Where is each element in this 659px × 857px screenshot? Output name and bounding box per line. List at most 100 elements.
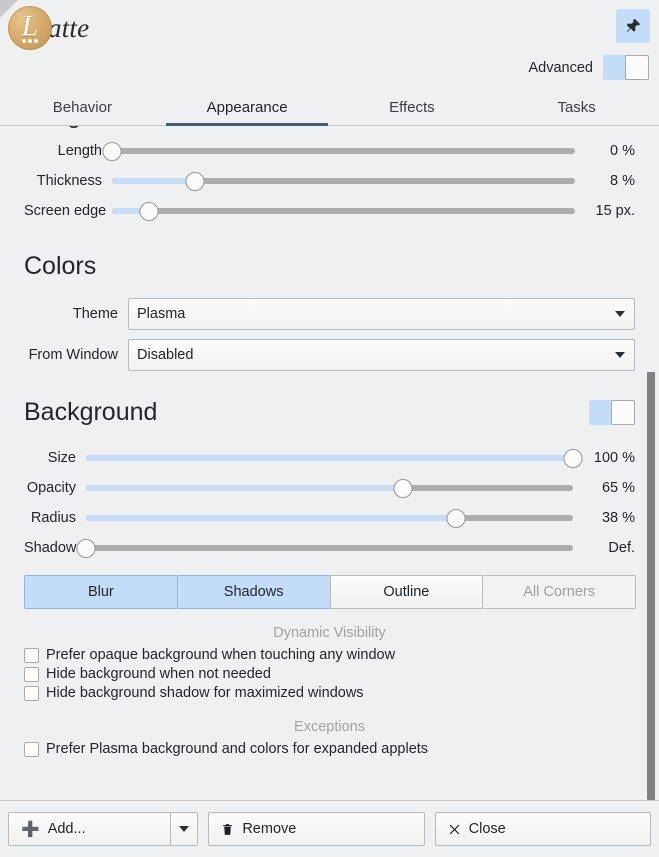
slider-value-thickness: 8 % — [610, 173, 635, 189]
background-section-heading: Background — [24, 398, 158, 426]
pin-window-button[interactable] — [616, 9, 650, 43]
tab-appearance[interactable]: Appearance — [165, 90, 330, 125]
slider-value-shadow: Def. — [608, 540, 635, 556]
checkbox-row-prefer-plasma-background: Prefer Plasma background and colors for … — [24, 741, 635, 757]
slider-screen-edge[interactable] — [112, 196, 575, 226]
combo-value-from-window: Disabled — [137, 347, 194, 363]
slider-shadow[interactable] — [76, 533, 573, 563]
vertical-scrollbar[interactable] — [647, 126, 655, 800]
tab-effects[interactable]: Effects — [330, 90, 495, 125]
button-outline[interactable]: Outline — [329, 575, 484, 609]
chevron-down-icon — [615, 311, 625, 317]
slider-thickness[interactable] — [112, 166, 575, 196]
tab-behavior[interactable]: Behavior — [0, 90, 165, 125]
slider-label-shadow: Shadow — [24, 540, 77, 556]
app-name-text: atte — [48, 12, 90, 43]
checkbox-prefer-opaque[interactable] — [24, 647, 39, 663]
settings-scroll-area: Margins Length 0 % Thickness 8 % Screen … — [0, 126, 659, 800]
combo-theme[interactable]: Plasma — [128, 298, 635, 330]
slider-size[interactable] — [86, 443, 583, 473]
slider-handle[interactable] — [139, 201, 159, 221]
combo-label-from-window: From Window — [28, 347, 118, 363]
slider-fill — [86, 515, 457, 521]
slider-handle[interactable] — [393, 478, 413, 498]
combo-row-from-window: From Window Disabled — [24, 338, 635, 372]
slider-length[interactable] — [102, 136, 575, 166]
slider-row-screen-edge: Screen edge 15 px. — [24, 196, 635, 226]
background-section-header: Background — [24, 398, 635, 427]
advanced-toggle-knob — [625, 55, 649, 80]
slider-label-length: Length — [57, 143, 102, 159]
checkbox-hide-background[interactable] — [24, 666, 39, 682]
add-button-label: Add... — [47, 821, 86, 837]
remove-button-label: Remove — [242, 821, 297, 837]
tab-bar: Behavior Appearance Effects Tasks — [0, 90, 659, 126]
add-split-button: ➕ Add... — [8, 812, 199, 846]
close-x-icon — [449, 824, 460, 834]
checkbox-label-prefer-plasma-background: Prefer Plasma background and colors for … — [46, 741, 429, 757]
slider-value-opacity: 65 % — [601, 480, 635, 496]
combo-row-theme: Theme Plasma — [24, 297, 635, 331]
checkbox-hide-shadow-maximized[interactable] — [24, 685, 39, 701]
checkbox-row-hide-shadow-maximized: Hide background shadow for maximized win… — [24, 685, 635, 701]
button-shadows[interactable]: Shadows — [176, 575, 331, 609]
bottom-toolbar: ➕ Add... Remove Close — [0, 800, 659, 857]
add-dropdown-button[interactable] — [170, 812, 199, 846]
slider-value-length: 0 % — [610, 143, 635, 159]
app-logo: L atte — [8, 6, 89, 50]
slider-handle[interactable] — [102, 141, 122, 161]
combo-from-window[interactable]: Disabled — [128, 339, 635, 371]
slider-row-radius: Radius 38 % — [24, 503, 635, 533]
slider-track — [112, 208, 575, 214]
slider-row-length: Length 0 % — [24, 136, 635, 166]
pushpin-icon — [626, 18, 641, 32]
combo-value-theme: Plasma — [137, 306, 186, 322]
appearance-settings-content: Margins Length 0 % Thickness 8 % Screen … — [0, 126, 659, 757]
background-style-buttons: Blur Shadows Outline All Corners — [24, 575, 636, 609]
checkbox-label-hide-background: Hide background when not needed — [46, 666, 271, 682]
slider-fill — [112, 178, 196, 184]
colors-section-heading: Colors — [24, 252, 97, 280]
logo-letter: L — [21, 9, 39, 43]
slider-row-thickness: Thickness 8 % — [24, 166, 635, 196]
background-enable-toggle[interactable] — [589, 400, 635, 425]
close-button[interactable]: Close — [434, 812, 651, 846]
slider-value-size: 100 % — [593, 450, 635, 466]
slider-handle[interactable] — [185, 171, 205, 191]
slider-track — [112, 148, 575, 154]
slider-opacity[interactable] — [86, 473, 573, 503]
plus-icon: ➕ — [21, 820, 40, 838]
slider-radius[interactable] — [86, 503, 573, 533]
slider-label-opacity: Opacity — [26, 480, 76, 496]
checkbox-row-prefer-opaque: Prefer opaque background when touching a… — [24, 647, 635, 663]
tab-tasks[interactable]: Tasks — [494, 90, 659, 125]
button-all-corners: All Corners — [482, 575, 636, 609]
slider-handle[interactable] — [563, 448, 583, 468]
checkbox-prefer-plasma-background[interactable] — [24, 741, 39, 757]
slider-fill — [86, 485, 403, 491]
button-blur[interactable]: Blur — [24, 575, 178, 609]
slider-label-radius: Radius — [30, 510, 76, 526]
exceptions-caption: Exceptions — [294, 719, 365, 735]
advanced-toggle[interactable] — [603, 55, 649, 80]
slider-row-shadow: Shadow Def. — [24, 533, 635, 563]
slider-handle[interactable] — [446, 508, 466, 528]
trash-icon — [223, 823, 233, 835]
checkbox-row-hide-background: Hide background when not needed — [24, 666, 635, 682]
background-toggle-knob — [611, 400, 635, 425]
slider-label-screen-edge: Screen edge — [24, 203, 107, 219]
scrollbar-thumb[interactable] — [647, 372, 655, 800]
latte-badge-icon: L — [8, 6, 52, 50]
window-header: L atte Advanced — [0, 0, 659, 90]
slider-value-radius: 38 % — [601, 510, 635, 526]
advanced-label: Advanced — [528, 59, 594, 76]
checkbox-label-prefer-opaque: Prefer opaque background when touching a… — [46, 647, 396, 663]
slider-row-opacity: Opacity 65 % — [24, 473, 635, 503]
slider-handle[interactable] — [76, 538, 96, 558]
slider-fill — [86, 455, 573, 461]
checkbox-label-hide-shadow-maximized: Hide background shadow for maximized win… — [46, 685, 364, 701]
advanced-mode-row: Advanced — [528, 55, 649, 80]
add-button[interactable]: ➕ Add... — [8, 812, 171, 846]
remove-button[interactable]: Remove — [208, 812, 425, 846]
close-button-label: Close — [468, 821, 506, 837]
